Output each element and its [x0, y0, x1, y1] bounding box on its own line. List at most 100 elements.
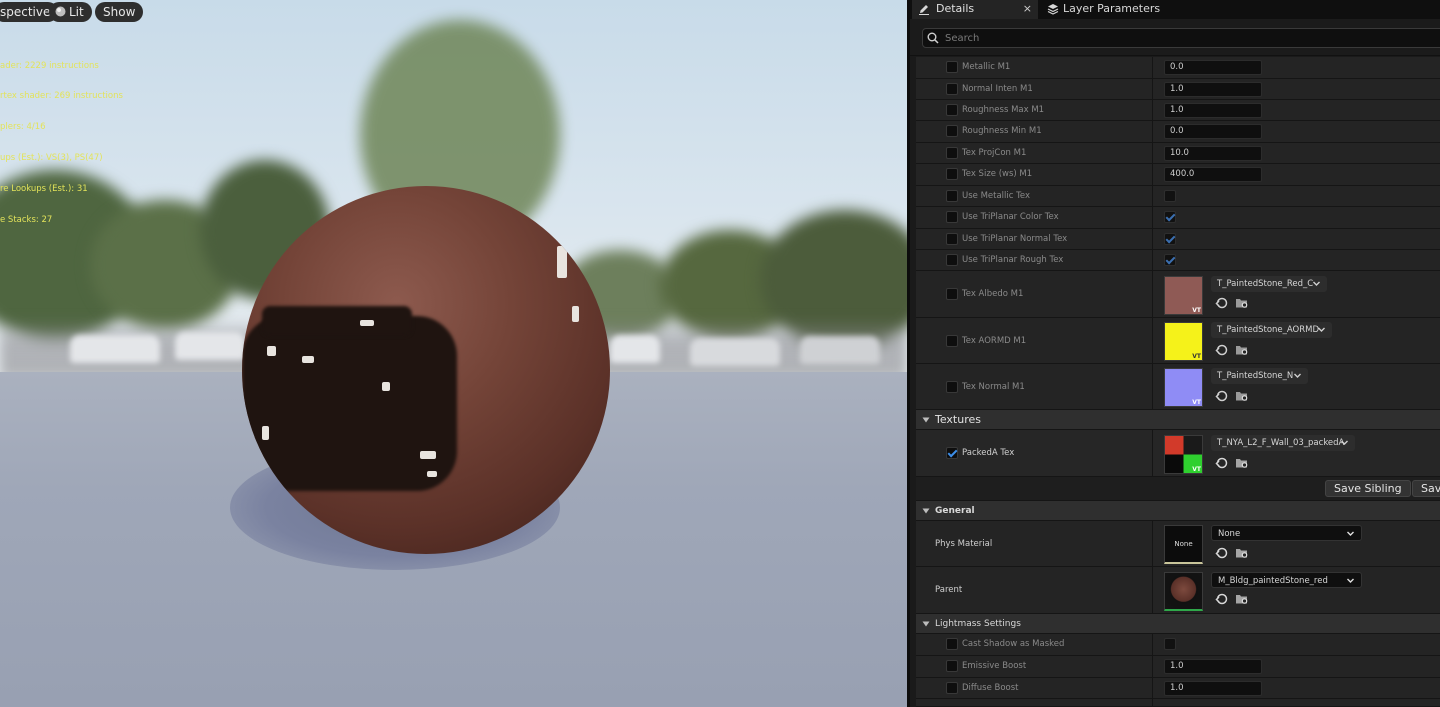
- reset-arrow-icon[interactable]: [1215, 546, 1229, 560]
- stats-line: re Lookups (Est.): 31: [0, 184, 88, 195]
- search-input[interactable]: [945, 29, 1425, 47]
- texture-asset-dropdown[interactable]: T_PaintedStone_N: [1211, 368, 1308, 384]
- override-checkbox[interactable]: [946, 83, 958, 95]
- browse-asset-icon[interactable]: [1235, 389, 1249, 403]
- background-car: [690, 338, 780, 366]
- stats-line: plers: 4/16: [0, 122, 46, 133]
- override-checkbox[interactable]: [946, 190, 958, 202]
- reset-arrow-icon[interactable]: [1215, 296, 1229, 310]
- param-value-field[interactable]: 400.0: [1164, 167, 1262, 182]
- texture-thumbnail[interactable]: VT: [1164, 322, 1203, 361]
- param-value-field[interactable]: 10.0: [1164, 146, 1262, 161]
- pencil-icon: [919, 5, 929, 15]
- texture-thumbnail[interactable]: VT: [1164, 435, 1203, 474]
- param-label: PackedA Tex: [962, 448, 1015, 458]
- section-header-lightmass[interactable]: Lightmass Settings: [916, 614, 1440, 634]
- section-header-general[interactable]: General: [916, 501, 1440, 521]
- phys-material-dropdown[interactable]: None: [1211, 525, 1362, 541]
- override-checkbox[interactable]: [946, 335, 958, 347]
- override-checkbox[interactable]: [946, 147, 958, 159]
- param-value-field[interactable]: 1.0: [1164, 659, 1262, 674]
- param-label: Phys Material: [935, 539, 993, 549]
- override-checkbox[interactable]: [946, 381, 958, 393]
- override-checkbox[interactable]: [946, 61, 958, 73]
- param-value-field[interactable]: 0.0: [1164, 124, 1262, 139]
- texture-asset-dropdown[interactable]: T_NYA_L2_F_Wall_03_packedA: [1211, 435, 1355, 451]
- param-row: Use Metallic Tex: [916, 186, 1440, 207]
- param-value-checkbox[interactable]: [1164, 190, 1176, 202]
- override-checkbox[interactable]: [946, 288, 958, 300]
- override-checkbox[interactable]: [946, 233, 958, 245]
- param-value-field[interactable]: 0.0: [1164, 60, 1262, 75]
- override-checkbox[interactable]: [946, 254, 958, 266]
- param-row: [916, 699, 1440, 707]
- texture-asset-dropdown[interactable]: T_PaintedStone_AORMD: [1211, 322, 1332, 338]
- param-name-cell: Use TriPlanar Normal Tex: [916, 229, 1153, 249]
- override-checkbox[interactable]: [946, 682, 958, 694]
- param-label: Tex Albedo M1: [962, 289, 1024, 299]
- param-name-cell: Use Metallic Tex: [916, 186, 1153, 206]
- param-row: Diffuse Boost 1.0: [916, 678, 1440, 699]
- parent-material-thumbnail[interactable]: [1164, 572, 1203, 611]
- param-row: Tex ProjCon M1 10.0: [916, 143, 1440, 164]
- tab-details[interactable]: Details ×: [912, 0, 1038, 19]
- search-icon: [927, 32, 939, 44]
- param-row: Tex Size (ws) M1 400.0: [916, 164, 1440, 186]
- browse-asset-icon[interactable]: [1235, 343, 1249, 357]
- chevron-down-icon: [1347, 531, 1354, 536]
- param-value-field[interactable]: 1.0: [1164, 103, 1262, 118]
- save-child-button[interactable]: Sav: [1412, 480, 1440, 497]
- param-value-checkbox[interactable]: [1164, 638, 1176, 650]
- browse-asset-icon[interactable]: [1235, 456, 1249, 470]
- reset-arrow-icon[interactable]: [1215, 389, 1229, 403]
- texture-asset-name: T_PaintedStone_N: [1217, 371, 1294, 381]
- param-value-checkbox[interactable]: [1164, 233, 1176, 245]
- texture-thumbnail[interactable]: VT: [1164, 276, 1203, 315]
- param-name-cell: [916, 699, 1153, 706]
- viewport-show-button[interactable]: Show: [95, 2, 144, 22]
- override-checkbox[interactable]: [946, 660, 958, 672]
- chevron-down-icon: [1318, 327, 1325, 332]
- reset-arrow-icon[interactable]: [1215, 343, 1229, 357]
- material-thumbnail[interactable]: None: [1164, 525, 1203, 564]
- collapse-arrow-icon: [922, 508, 930, 514]
- thumbnail-none-text: None: [1174, 540, 1193, 548]
- viewport-lit-label: Lit: [69, 5, 84, 19]
- level-viewport[interactable]: spective Lit Show ader: 2229 instruction…: [0, 0, 907, 707]
- texture-param-row: Tex AORMD M1 VT T_PaintedStone_AORMD: [916, 318, 1440, 364]
- parent-material-dropdown[interactable]: M_Bldg_paintedStone_red: [1211, 572, 1362, 588]
- param-name-cell: Use TriPlanar Rough Tex: [916, 250, 1153, 270]
- section-header-textures[interactable]: Textures: [916, 410, 1440, 430]
- tab-layer-parameters[interactable]: Layer Parameters: [1043, 0, 1223, 19]
- param-value-field[interactable]: 1.0: [1164, 82, 1262, 97]
- param-row: Use TriPlanar Rough Tex: [916, 250, 1440, 271]
- search-bar: [910, 19, 1440, 56]
- search-box[interactable]: [922, 28, 1440, 48]
- param-value-checkbox[interactable]: [1164, 211, 1176, 223]
- browse-asset-icon[interactable]: [1235, 592, 1249, 606]
- param-value-field[interactable]: 1.0: [1164, 681, 1262, 696]
- close-icon[interactable]: ×: [1023, 0, 1032, 18]
- material-preview-sphere[interactable]: [242, 186, 610, 554]
- override-checkbox[interactable]: [946, 211, 958, 223]
- override-checkbox[interactable]: [946, 125, 958, 137]
- reset-arrow-icon[interactable]: [1215, 592, 1229, 606]
- override-checkbox[interactable]: [946, 447, 958, 459]
- override-checkbox[interactable]: [946, 638, 958, 650]
- param-row: Metallic M1 0.0: [916, 57, 1440, 79]
- override-checkbox[interactable]: [946, 104, 958, 116]
- override-checkbox[interactable]: [946, 168, 958, 180]
- shader-stats-overlay: ader: 2229 instructions rtex shader: 269…: [0, 40, 123, 246]
- param-label: Tex ProjCon M1: [962, 148, 1027, 158]
- param-value-checkbox[interactable]: [1164, 254, 1176, 266]
- reset-arrow-icon[interactable]: [1215, 456, 1229, 470]
- param-label: Use TriPlanar Normal Tex: [962, 234, 1068, 244]
- param-row: Emissive Boost 1.0: [916, 656, 1440, 678]
- viewport-lit-button[interactable]: Lit: [49, 2, 92, 22]
- param-label: Diffuse Boost: [962, 683, 1019, 693]
- save-sibling-button[interactable]: Save Sibling: [1325, 480, 1411, 497]
- texture-asset-dropdown[interactable]: T_PaintedStone_Red_C: [1211, 276, 1327, 292]
- browse-asset-icon[interactable]: [1235, 296, 1249, 310]
- texture-thumbnail[interactable]: VT: [1164, 368, 1203, 407]
- browse-asset-icon[interactable]: [1235, 546, 1249, 560]
